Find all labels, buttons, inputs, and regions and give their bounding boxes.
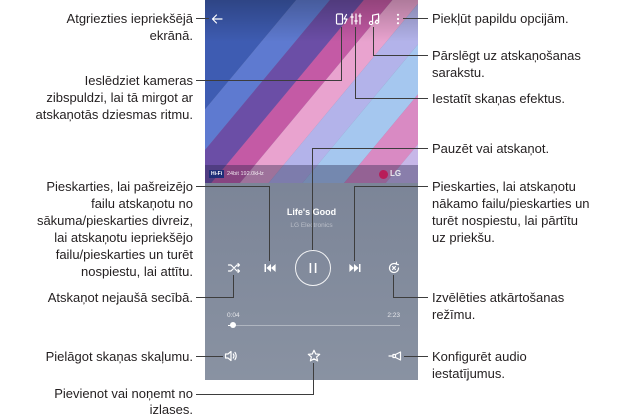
callout-audio-settings: Konfigurēt audio iestatījumus. — [432, 348, 527, 382]
callout-repeat: Izvēlēties atkārtošanas režīmu. — [432, 289, 564, 323]
lg-logo-text: LG — [390, 169, 402, 178]
track-title: Life's Good — [286, 207, 337, 217]
callout-text-line: Pievienot vai noņemt no — [54, 386, 193, 401]
callout-text-line: Pieskarties, lai pašreizējo — [46, 179, 193, 194]
elapsed-time: 0:04 — [227, 312, 240, 319]
callout-text-line: uz priekšu. — [432, 230, 495, 245]
callout-text-line: zibspuldzi, lai tā mirgot ar — [46, 90, 193, 105]
callout-text-line: Izvēlēties atkārtošanas — [432, 290, 565, 305]
music-player-screen: Hi-Fi 24bit 192.0kHz LG Life's Good LG E… — [205, 0, 418, 380]
volume-button[interactable] — [224, 349, 238, 363]
audio-settings-icon — [388, 351, 402, 361]
audio-quality-band: Hi-Fi 24bit 192.0kHz LG — [205, 165, 418, 183]
more-options-button[interactable] — [391, 12, 405, 26]
shuffle-button[interactable] — [227, 261, 241, 275]
callout-equalizer: Iestatīt skaņas efektus. — [432, 90, 565, 107]
more-options-icon — [396, 13, 400, 25]
back-arrow-icon — [211, 14, 223, 24]
album-art — [205, 0, 418, 183]
progress-track[interactable] — [228, 322, 400, 328]
callout-text-line: turēt nospiestu, lai pārtītu — [432, 213, 578, 228]
audio-settings-button[interactable] — [388, 349, 402, 363]
callout-text-line: režīmu. — [432, 307, 476, 322]
callout-text-line: nospiestu, lai attītu. — [80, 264, 193, 279]
lg-logo-icon — [379, 169, 388, 179]
callout-playlist: Pārslēgt uz atskaņošanas sarakstu. — [432, 47, 581, 81]
pause-icon — [309, 263, 316, 273]
callout-text-line: Ieslēdziet kameras — [84, 73, 193, 88]
callout-text-line: failu atskaņotu no — [91, 196, 193, 211]
equalizer-button[interactable] — [349, 12, 363, 26]
track-duration: 2:23 — [387, 312, 400, 319]
callout-text-line: failu/pieskarties un turēt — [55, 247, 193, 262]
previous-button[interactable] — [263, 261, 277, 275]
callout-text-line: atskaņotās dziesmas ritmu. — [35, 107, 193, 122]
callout-text-line: Piekļūt papildu opcijām. — [432, 11, 569, 26]
repeat-icon — [388, 261, 399, 274]
track-artist: LG Electronics — [290, 222, 333, 229]
favorite-button[interactable] — [307, 349, 321, 363]
play-pause-button[interactable] — [294, 250, 331, 286]
callout-shuffle: Atskaņot nejaušā secībā. — [48, 289, 193, 306]
callout-text-line: sarakstu. — [432, 65, 485, 80]
audio-quality-label: 24bit 192.0kHz — [227, 171, 264, 177]
callout-text-line: Konfigurēt audio — [432, 349, 527, 364]
progress-thumb[interactable] — [229, 322, 236, 328]
callout-play-pause: Pauzēt vai atskaņot. — [432, 140, 549, 157]
camera-flash-button[interactable] — [335, 12, 349, 26]
callout-text-line: nākamo failu/pieskarties un — [432, 196, 590, 211]
callout-text-line: Atgriezties iepriekšējā — [66, 11, 193, 26]
volume-icon — [224, 350, 237, 362]
skip-previous-icon — [264, 264, 276, 272]
callout-more: Piekļūt papildu opcijām. — [432, 10, 569, 27]
callout-text-line: ekrānā. — [149, 28, 193, 43]
playlist-button[interactable] — [367, 12, 381, 26]
equalizer-icon — [349, 13, 362, 25]
callout-next: Pieskarties, lai atskaņotu nākamo failu/… — [432, 178, 590, 246]
callout-text-line: izlases. — [149, 402, 193, 417]
callout-favorite: Pievienot vai noņemt no izlases. — [54, 386, 193, 418]
top-bar-shade — [205, 0, 418, 42]
callout-previous: Pieskarties, lai pašreizējo failu atskaņ… — [37, 178, 193, 280]
repeat-button[interactable] — [387, 261, 401, 275]
callout-volume: Pielāgot skaņas skaļumu. — [46, 348, 193, 365]
shuffle-icon — [227, 262, 240, 274]
skip-next-icon — [348, 264, 360, 272]
callout-camera-flash: Ieslēdziet kameras zibspuldzi, lai tā mi… — [35, 72, 193, 123]
callout-back: Atgriezties iepriekšējā ekrānā. — [67, 10, 193, 44]
callout-text-line: Pielāgot skaņas skaļumu. — [45, 349, 193, 364]
next-button[interactable] — [348, 261, 362, 275]
callout-text-line: sākuma/pieskarties divreiz, — [36, 213, 193, 228]
back-button[interactable] — [210, 12, 224, 26]
callout-text-line: Pieskarties, lai atskaņotu — [432, 179, 576, 194]
callout-text-line: Pārslēgt uz atskaņošanas — [432, 48, 581, 63]
callout-text-line: Atskaņot nejaušā secībā. — [47, 290, 193, 305]
star-icon — [307, 349, 320, 362]
callout-text-line: Pauzēt vai atskaņot. — [432, 141, 550, 156]
hifi-badge: Hi-Fi — [209, 170, 225, 178]
playlist-icon — [368, 13, 379, 26]
callout-text-line: Iestatīt skaņas efektus. — [432, 91, 565, 106]
callout-text-line: iestatījumus. — [432, 366, 505, 381]
camera-flash-icon — [335, 13, 348, 25]
callout-text-line: lai atskaņotu iepriekšējo — [54, 230, 193, 245]
